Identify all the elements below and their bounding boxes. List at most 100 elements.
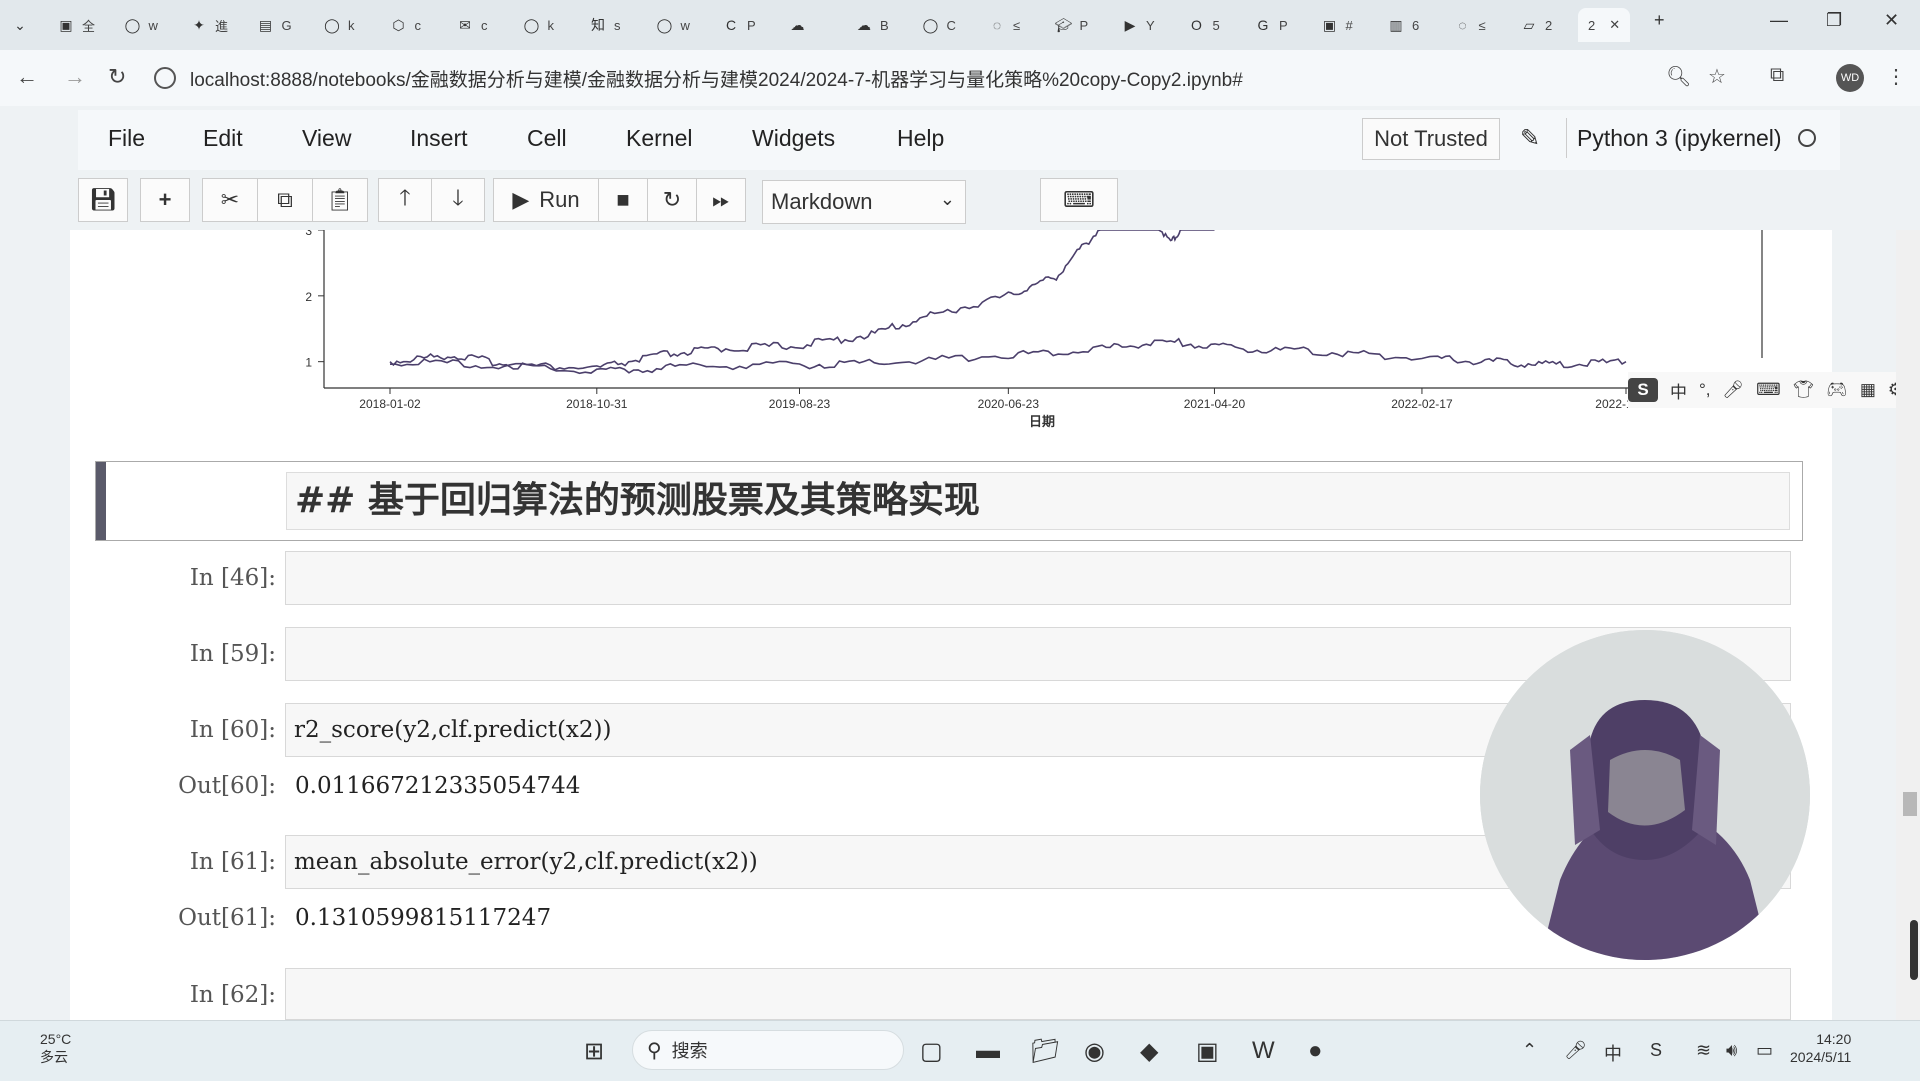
menu-help[interactable]: Help [897,125,944,152]
browser-tab[interactable]: ✦ 進 [189,8,228,42]
keyboard-icon[interactable]: ⌨ [1756,380,1781,400]
restart-run-all-button[interactable]: ⏩︎ [696,178,746,222]
copy-button[interactable]: ⧉ [257,178,313,222]
markdown-editor[interactable]: ## 基于回归算法的预测股票及其策略实现 [286,472,1790,530]
edit-pencil-icon[interactable]: ✎ [1520,124,1540,153]
not-trusted-button[interactable]: Not Trusted [1362,118,1500,160]
start-button[interactable]: ⊞ [584,1037,604,1066]
url-bar[interactable]: localhost:8888/notebooks/金融数据分析与建模/金融数据分… [154,58,1654,98]
menu-widgets[interactable]: Widgets [752,125,835,152]
more-menu-icon[interactable]: ⋮ [1886,64,1906,89]
command-palette-button[interactable]: ⌨ [1040,178,1118,222]
volume-icon[interactable]: 🔊︎ [1726,1040,1737,1061]
browser-tab[interactable]: ◌ ≤ [987,8,1020,42]
cell-type-select[interactable]: Markdown ⌄ [762,180,966,224]
github-icon: ◯ [922,16,939,33]
browser-tab[interactable]: ◯ k [322,8,354,42]
move-down-button[interactable]: 🡓 [431,178,485,222]
forward-button[interactable]: → [64,64,86,90]
chrome-icon[interactable]: ◉ [1084,1037,1105,1066]
new-tab-button[interactable]: + [1654,10,1665,31]
move-up-button[interactable]: 🡑 [378,178,432,222]
browser-tab[interactable]: 🎓︎ P [1054,8,1089,42]
sogou-logo-icon[interactable]: S [1628,378,1658,402]
cell-46-editor[interactable] [285,551,1791,605]
taskbar-search-box[interactable]: ⚲ 搜索 [632,1030,904,1070]
browser-tab[interactable]: ☁ [788,8,814,42]
browser-tab[interactable]: O5 [1187,8,1220,42]
system-clock[interactable]: 14:20 2024/5/11 [1790,1030,1851,1066]
taskbar-app-3-icon[interactable]: ▬ [976,1037,1000,1065]
profile-avatar[interactable]: WD [1836,64,1864,92]
markdown-cell-selected[interactable]: ## 基于回归算法的预测股票及其策略实现 [95,461,1803,541]
tray-sogou-icon[interactable]: S [1650,1040,1662,1061]
browser-tab[interactable]: ◯ w [123,8,158,42]
tray-ime-icon[interactable]: 中 [1604,1040,1622,1066]
browser-tab[interactable]: ◯ w [655,8,690,42]
menu-kernel[interactable]: Kernel [626,125,692,152]
close-window-button[interactable]: ✕ [1884,10,1899,31]
browser-tab[interactable]: ▣ # [1320,8,1353,42]
scroll-position-marker[interactable] [1910,920,1918,980]
menu-edit[interactable]: Edit [203,125,243,152]
browser-tab[interactable]: ◯ C [921,8,956,42]
menu-insert[interactable]: Insert [410,125,468,152]
browser-tab[interactable]: ☁ B [854,8,889,42]
tab-active[interactable]: 2 ✕ [1578,8,1631,42]
browser-tab[interactable]: ◌ ≤ [1453,8,1485,42]
battery-icon[interactable]: ▭ [1756,1040,1773,1061]
ime-punctuation[interactable]: °, [1699,380,1711,400]
restart-button[interactable]: ↻ [647,178,697,222]
browser-tab[interactable]: ▤ G [256,8,292,42]
grid-icon[interactable]: ▦ [1860,380,1876,400]
browser-tab[interactable]: ▣ 全 [56,8,95,42]
cut-button[interactable]: ✂ [202,178,258,222]
extensions-icon[interactable]: ⧉ [1770,64,1784,87]
vertical-scrollbar[interactable] [1896,230,1920,1020]
tray-expand-icon[interactable]: ⌃ [1522,1040,1537,1061]
ime-mode-chinese[interactable]: 中 [1670,378,1687,403]
taskbar-app-5-icon[interactable]: ● [1308,1037,1323,1065]
browser-tab[interactable]: 知s [588,8,621,42]
tray-mic-icon[interactable]: 🎤︎ [1564,1040,1587,1061]
taskbar-app-2-icon[interactable]: ▢ [920,1037,943,1066]
menu-view[interactable]: View [302,125,351,152]
browser-tab[interactable]: CP [721,8,756,42]
browser-tab[interactable]: ▥ 6 [1386,8,1419,42]
shirt-icon[interactable]: 👕︎ [1793,380,1815,400]
menu-file[interactable]: File [108,125,145,152]
taskbar-app-4-icon[interactable]: ◆ [1140,1037,1158,1066]
close-tab-icon[interactable]: ✕ [1609,17,1620,33]
paste-button[interactable]: 📋︎ [312,178,368,222]
gamepad-icon[interactable]: 🎮︎ [1826,380,1848,400]
insert-cell-button[interactable]: + [140,178,190,222]
browser-tab[interactable]: ◯ k [522,8,554,42]
browser-tab[interactable]: GP [1253,8,1288,42]
menu-cell[interactable]: Cell [527,125,567,152]
browser-tab[interactable]: ✉ c [455,8,487,42]
zoom-icon[interactable]: 🔍︎ [1666,64,1691,89]
site-info-icon[interactable] [154,67,176,89]
bookmark-star-icon[interactable]: ☆ [1708,64,1726,89]
wps-icon[interactable]: W [1252,1037,1275,1065]
back-button[interactable]: ← [16,64,38,90]
maximize-button[interactable]: ❐ [1826,10,1842,31]
browser-tab[interactable]: ⬡ c [389,8,421,42]
scrollbar-thumb[interactable] [1903,792,1917,816]
browser-tab[interactable]: ▱ 2 [1519,8,1553,42]
wifi-icon[interactable]: ≋ [1696,1040,1711,1061]
loading-icon: ◌ [1458,17,1467,33]
reload-button[interactable]: ↻ [108,64,126,90]
weather-widget[interactable]: 25°C 多云 [40,1030,71,1066]
cell-62-editor[interactable] [285,968,1791,1020]
file-explorer-icon[interactable]: 📁︎ [1030,1037,1060,1066]
tab-search-button[interactable]: ⌄ [10,8,36,42]
minimize-button[interactable]: — [1770,10,1788,31]
terminal-icon[interactable]: ▣ [1196,1037,1219,1066]
browser-tab[interactable]: ▶ Y [1120,8,1155,42]
save-button[interactable]: 💾︎ [78,178,128,222]
o-icon: O [1191,17,1202,33]
run-button[interactable]: ▶ Run [493,178,599,222]
microphone-icon[interactable]: 🎤︎ [1723,380,1745,400]
interrupt-button[interactable]: ■ [598,178,648,222]
